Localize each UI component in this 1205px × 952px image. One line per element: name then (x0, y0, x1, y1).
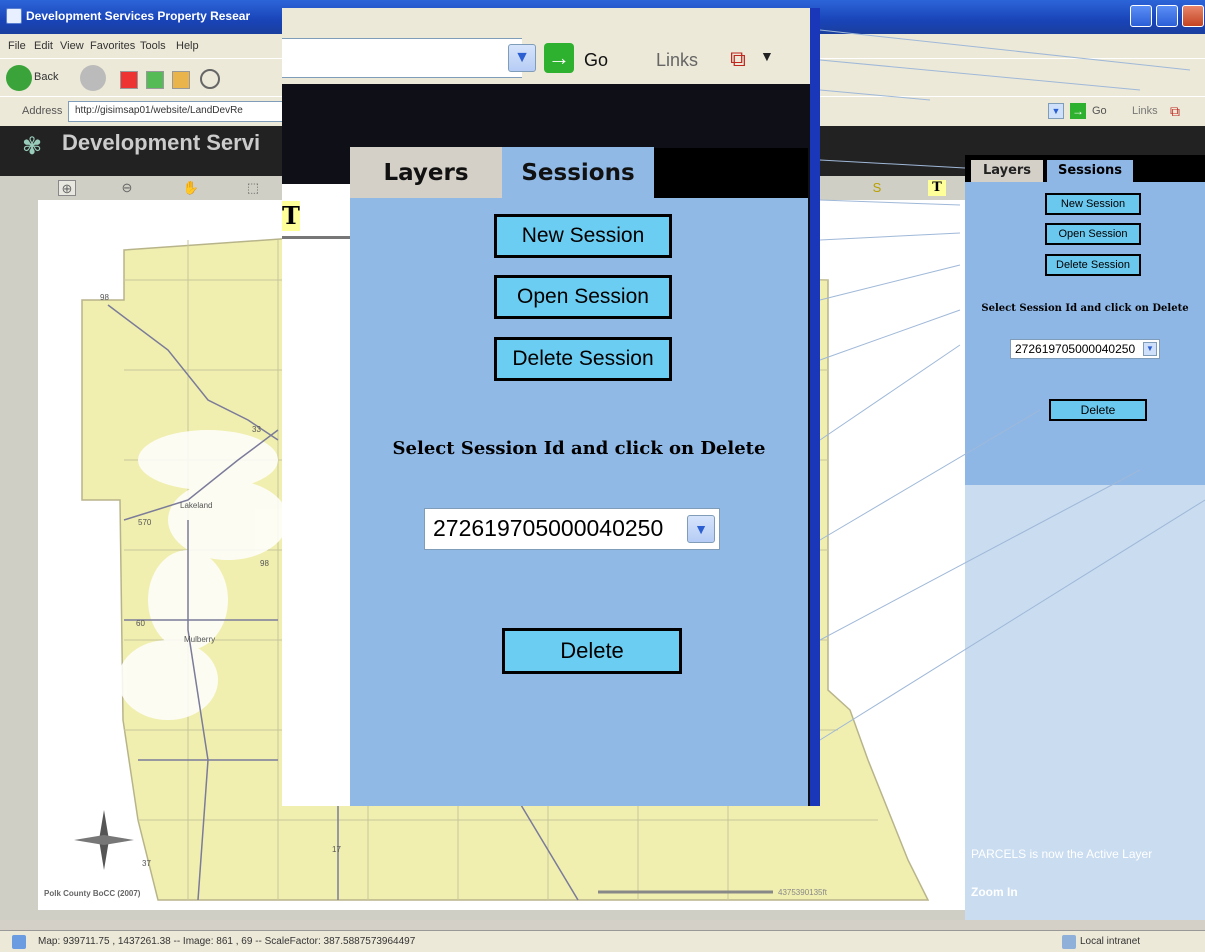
zoom-links-label[interactable]: Links (656, 50, 698, 71)
menu-view[interactable]: View (60, 40, 84, 52)
delete-button[interactable]: Delete (502, 628, 682, 674)
zoom-text-tool-icon[interactable]: T (282, 201, 300, 231)
route-shield-37: 37 (142, 859, 151, 868)
refresh-icon[interactable] (146, 71, 164, 89)
route-shield-570: 570 (138, 518, 152, 527)
zoom-go-label[interactable]: Go (584, 50, 608, 71)
forward-icon[interactable] (80, 65, 106, 91)
zone-label: Local intranet (1080, 936, 1141, 947)
zoom-out-tool-icon[interactable]: ⊖ (118, 180, 136, 196)
session-id-value: 272619705000040250 (433, 515, 664, 541)
page-status-icon (12, 935, 26, 949)
minimize-button[interactable] (1130, 5, 1152, 27)
zoom-address-toolbar: ▼ → Go Links ⧉ ▼ (282, 8, 810, 84)
search-icon[interactable] (200, 69, 220, 89)
tab-sessions-small[interactable]: Sessions (1047, 160, 1133, 182)
chevron-down-icon[interactable]: ▼ (1143, 342, 1157, 356)
session-id-value-small: 272619705000040250 (1015, 342, 1136, 356)
zoom-in-tool-icon[interactable]: ⊕ (58, 180, 76, 196)
instruction-text-small: Select Session Id and click on Delete (981, 303, 1189, 314)
zoom-divider (282, 236, 350, 239)
tab-sessions[interactable]: Sessions (502, 147, 654, 199)
zoom-address-input[interactable] (282, 38, 522, 78)
session-panel-lower: PARCELS is now the Active Layer Zoom In (965, 485, 1205, 920)
city-label-mulberry: Mulberry (184, 635, 215, 644)
chevron-down-icon[interactable]: ▼ (687, 515, 715, 543)
new-session-button[interactable]: New Session (494, 214, 672, 258)
active-layer-message: PARCELS is now the Active Layer (971, 847, 1153, 861)
scale-bar-label: 4375390135ft (778, 888, 828, 897)
open-session-button[interactable]: Open Session (494, 275, 672, 319)
menu-edit[interactable]: Edit (34, 40, 53, 52)
delete-session-button-small[interactable]: Delete Session (1045, 254, 1141, 276)
session-panel-small: Layers Sessions New Session Open Session… (965, 155, 1205, 485)
menu-file[interactable]: File (8, 40, 26, 52)
zoom-magnifier-overlay: ▼ → Go Links ⧉ ▼ T Layers Sessions New S… (282, 8, 820, 806)
pdf-icon[interactable]: ⧉ (1170, 103, 1180, 120)
back-label[interactable]: Back (34, 71, 58, 83)
status-bar: Map: 939711.75 , 1437261.38 -- Image: 86… (0, 930, 1205, 952)
home-icon[interactable] (172, 71, 190, 89)
text-tool-icon[interactable]: T (928, 180, 946, 196)
address-label: Address (22, 105, 63, 117)
delete-session-button[interactable]: Delete Session (494, 337, 672, 381)
maximize-button[interactable] (1156, 5, 1178, 27)
new-session-button-small[interactable]: New Session (1045, 193, 1141, 215)
status-text: Map: 939711.75 , 1437261.38 -- Image: 86… (38, 936, 416, 947)
open-session-button-small[interactable]: Open Session (1045, 223, 1141, 245)
delete-button-small[interactable]: Delete (1049, 399, 1147, 421)
zoom-go-arrow-icon[interactable]: → (544, 43, 574, 73)
zoom-pdf-icon[interactable]: ⧉ (722, 44, 754, 74)
zoom-address-dropdown-icon[interactable]: ▼ (508, 44, 536, 72)
window-title: Development Services Property Resear (26, 9, 251, 23)
address-input[interactable]: http://gisimsap01/website/LandDevRe (68, 101, 288, 122)
tab-layers[interactable]: Layers (350, 147, 502, 199)
ie-app-icon (6, 8, 22, 24)
menu-help[interactable]: Help (176, 40, 199, 52)
tab-layers-small[interactable]: Layers (971, 160, 1043, 182)
site-title: Development Servi (62, 130, 261, 155)
select-tool-icon[interactable]: S (868, 180, 886, 196)
pan-tool-icon[interactable]: ✋ (182, 180, 200, 196)
menu-favorites[interactable]: Favorites (90, 40, 135, 52)
session-id-select[interactable]: 272619705000040250 ▼ (424, 508, 720, 550)
map-copyright: Polk County BoCC (2007) (44, 889, 141, 898)
city-label-lakeland: Lakeland (180, 501, 212, 510)
close-button[interactable] (1182, 5, 1204, 27)
back-icon[interactable] (6, 65, 32, 91)
delete-instruction-text: Select Session Id and click on Delete (392, 438, 766, 459)
zoom-map-strip (282, 184, 350, 806)
go-label[interactable]: Go (1092, 105, 1107, 117)
session-id-select-small[interactable]: 272619705000040250 ▼ (1010, 339, 1160, 359)
route-shield-98-south: 98 (260, 559, 269, 568)
links-label[interactable]: Links (1132, 105, 1158, 117)
go-arrow-icon[interactable]: → (1070, 103, 1086, 119)
intranet-zone-icon (1062, 935, 1076, 949)
stop-icon[interactable] (120, 71, 138, 89)
north-arrow-icon (74, 810, 134, 870)
site-logo-icon: ✾ (22, 133, 43, 160)
address-dropdown-icon[interactable]: ▼ (1048, 103, 1064, 119)
full-extent-tool-icon[interactable]: ⬚ (244, 180, 262, 196)
route-shield-98: 98 (100, 293, 109, 302)
menu-tools[interactable]: Tools (140, 40, 166, 52)
zoom-frame-edge (810, 8, 820, 806)
zoom-pdf-dropdown-icon[interactable]: ▼ (760, 48, 774, 64)
route-shield-33: 33 (252, 425, 261, 434)
route-shield-17: 17 (332, 845, 341, 854)
zoom-mode-label: Zoom In (971, 885, 1018, 899)
route-shield-60: 60 (136, 619, 145, 628)
